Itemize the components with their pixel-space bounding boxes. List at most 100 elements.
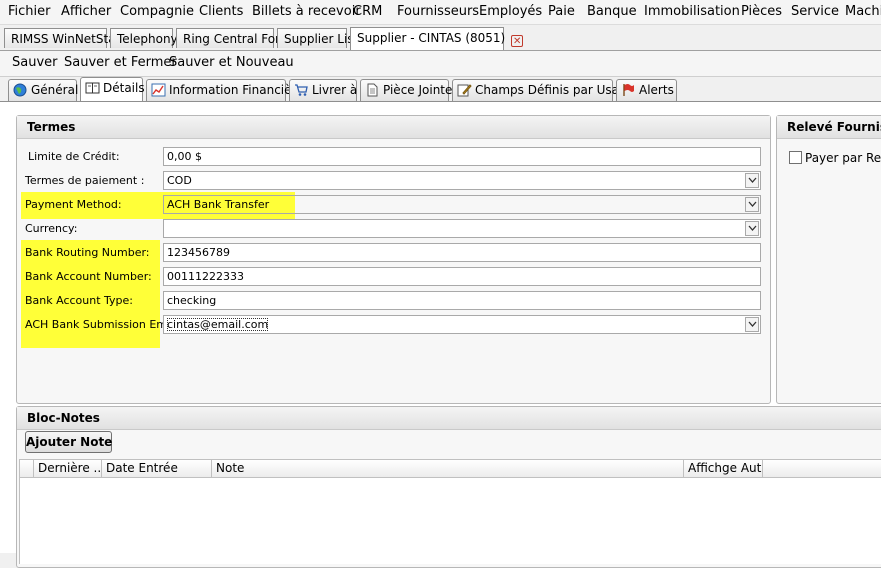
chevron-down-icon[interactable] (745, 173, 759, 188)
toolbar: Sauver Sauver et Fermer Sauver et Nouvea… (0, 51, 881, 77)
doc-tab-label: Telephony (117, 32, 178, 46)
section-tab-bar: Général Détails Information Financière L… (0, 77, 881, 101)
notes-grid-header: Dernière ... Date Entrée Note Affichge A… (19, 459, 881, 478)
pay-by-statement-label: Payer par Relev (805, 151, 881, 165)
doc-tab-label: Supplier - CINTAS (8051) (357, 31, 506, 45)
menu-fichier[interactable]: Fichier (8, 4, 51, 19)
payment-terms-label: Termes de paiement : (25, 174, 145, 187)
menu-clients[interactable]: Clients (199, 4, 243, 19)
tab-label: Information Financière (169, 83, 304, 97)
ach-email-value: cintas@email.com (167, 318, 269, 331)
ach-email-select[interactable]: cintas@email.com (163, 315, 761, 334)
menu-immobilisation[interactable]: Immobilisation (644, 4, 740, 19)
tab-label: Général (31, 83, 79, 97)
globe-icon (13, 83, 28, 97)
payment-method-value: ACH Bank Transfer (167, 198, 270, 211)
add-note-button[interactable]: Ajouter Note (25, 431, 112, 453)
tab-general[interactable]: Général (8, 79, 79, 101)
notes-title: Bloc-Notes (27, 411, 100, 425)
menu-crm[interactable]: CRM (353, 4, 382, 19)
tab-alerts[interactable]: Alerts (616, 79, 677, 101)
col-date-entree[interactable]: Date Entrée (102, 460, 212, 477)
flag-icon (621, 83, 636, 97)
notes-grid-body[interactable] (19, 478, 881, 564)
termes-header: Termes (17, 116, 770, 139)
tab-label: Détails (103, 81, 145, 95)
menu-banque[interactable]: Banque (587, 4, 637, 19)
bank-account-number-field[interactable]: 00111222333 (163, 267, 761, 286)
menu-machine[interactable]: Machi (845, 4, 881, 19)
tab-details[interactable]: Détails (80, 77, 145, 101)
menu-employes[interactable]: Employés (479, 4, 542, 19)
bank-routing-value: 123456789 (167, 246, 230, 259)
document-tab-bar: RIMSS WinNetStar Telephony Ring Central … (0, 25, 881, 51)
doc-tab-supplier-cintas[interactable]: Supplier - CINTAS (8051) ✕ (350, 27, 524, 50)
col-affichage[interactable]: Affichge Aut... (684, 460, 763, 477)
tab-information-financiere[interactable]: Information Financière (146, 79, 304, 101)
doc-tab-label: Supplier List (284, 32, 359, 46)
tab-piece-jointe[interactable]: Pièce Jointe (360, 79, 453, 101)
save-and-close-button[interactable]: Sauver et Fermer (64, 55, 177, 70)
edit-icon (457, 83, 472, 97)
notes-header: Bloc-Notes (17, 407, 881, 430)
tab-livrer-a[interactable]: Livrer à (289, 79, 357, 101)
tab-label: Champs Définis par Usager (475, 83, 639, 97)
save-button[interactable]: Sauver (12, 55, 58, 70)
doc-tab-ring-central[interactable]: Ring Central Form (176, 28, 291, 48)
currency-label: Currency: (25, 222, 78, 235)
chevron-down-icon[interactable] (745, 317, 759, 332)
close-icon[interactable]: ✕ (511, 35, 524, 47)
menu-service[interactable]: Service (791, 4, 839, 19)
bank-account-type-value: checking (167, 294, 217, 307)
ach-email-label: ACH Bank Submission Email: (25, 318, 184, 331)
menu-compagnie[interactable]: Compagnie (120, 4, 194, 19)
menu-paie[interactable]: Paie (548, 4, 575, 19)
credit-limit-field[interactable]: 0,00 $ (163, 147, 761, 166)
payment-method-select[interactable]: ACH Bank Transfer (163, 195, 761, 214)
payment-terms-select[interactable]: COD (163, 171, 761, 190)
chevron-down-icon[interactable] (745, 221, 759, 236)
details-panel: Termes Limite de Crédit: 0,00 $ Termes d… (0, 101, 881, 568)
credit-limit-value: 0,00 $ (167, 150, 202, 163)
notes-group: Bloc-Notes Ajouter Note Dernière ... Dat… (16, 406, 881, 568)
credit-limit-label: Limite de Crédit: (28, 150, 120, 163)
save-and-new-button[interactable]: Sauver et Nouveau (169, 55, 294, 70)
menu-afficher[interactable]: Afficher (61, 4, 111, 19)
menu-fournisseurs[interactable]: Fournisseurs (397, 4, 479, 19)
bank-account-type-field[interactable]: checking (163, 291, 761, 310)
col-note[interactable]: Note (212, 460, 684, 477)
tab-label: Pièce Jointe (383, 83, 453, 97)
doc-tab-label: RIMSS WinNetStar (11, 32, 121, 46)
tab-label: Livrer à (312, 83, 358, 97)
cart-icon (294, 83, 309, 97)
termes-group: Termes Limite de Crédit: 0,00 $ Termes d… (16, 115, 771, 404)
bank-account-number-label: Bank Account Number: (25, 270, 152, 283)
pay-by-statement-checkbox[interactable] (789, 151, 802, 164)
payment-method-label: Payment Method: (25, 198, 122, 211)
menu-billets[interactable]: Billets à recevoir (252, 4, 361, 19)
bank-account-number-value: 00111222333 (167, 270, 244, 283)
releve-header: Relevé Fournisse (777, 116, 881, 139)
menu-bar: Fichier Afficher Compagnie Clients Bille… (0, 0, 881, 25)
chevron-down-icon[interactable] (745, 197, 759, 212)
doc-tab-supplier-list[interactable]: Supplier List (277, 28, 358, 48)
currency-select[interactable] (163, 219, 761, 238)
releve-title: Relevé Fournisse (787, 120, 881, 134)
col-derniere[interactable]: Dernière ... (34, 460, 102, 477)
termes-title: Termes (27, 120, 76, 134)
bank-routing-label: Bank Routing Number: (25, 246, 150, 259)
tab-label: Alerts (639, 83, 674, 97)
bank-account-type-label: Bank Account Type: (25, 294, 134, 307)
doc-tab-rimss[interactable]: RIMSS WinNetStar (4, 28, 121, 48)
book-icon (85, 81, 100, 95)
payment-terms-value: COD (167, 174, 192, 187)
menu-pieces[interactable]: Pièces (741, 4, 782, 19)
tab-champs-definis[interactable]: Champs Définis par Usager (452, 79, 639, 101)
doc-tab-label: Ring Central Form (183, 32, 292, 46)
doc-tab-telephony[interactable]: Telephony (110, 28, 178, 48)
bank-routing-field[interactable]: 123456789 (163, 243, 761, 262)
row-selector-header (20, 460, 34, 477)
document-icon (365, 83, 380, 97)
chart-icon (151, 83, 166, 97)
releve-group: Relevé Fournisse Payer par Relev (776, 115, 881, 404)
